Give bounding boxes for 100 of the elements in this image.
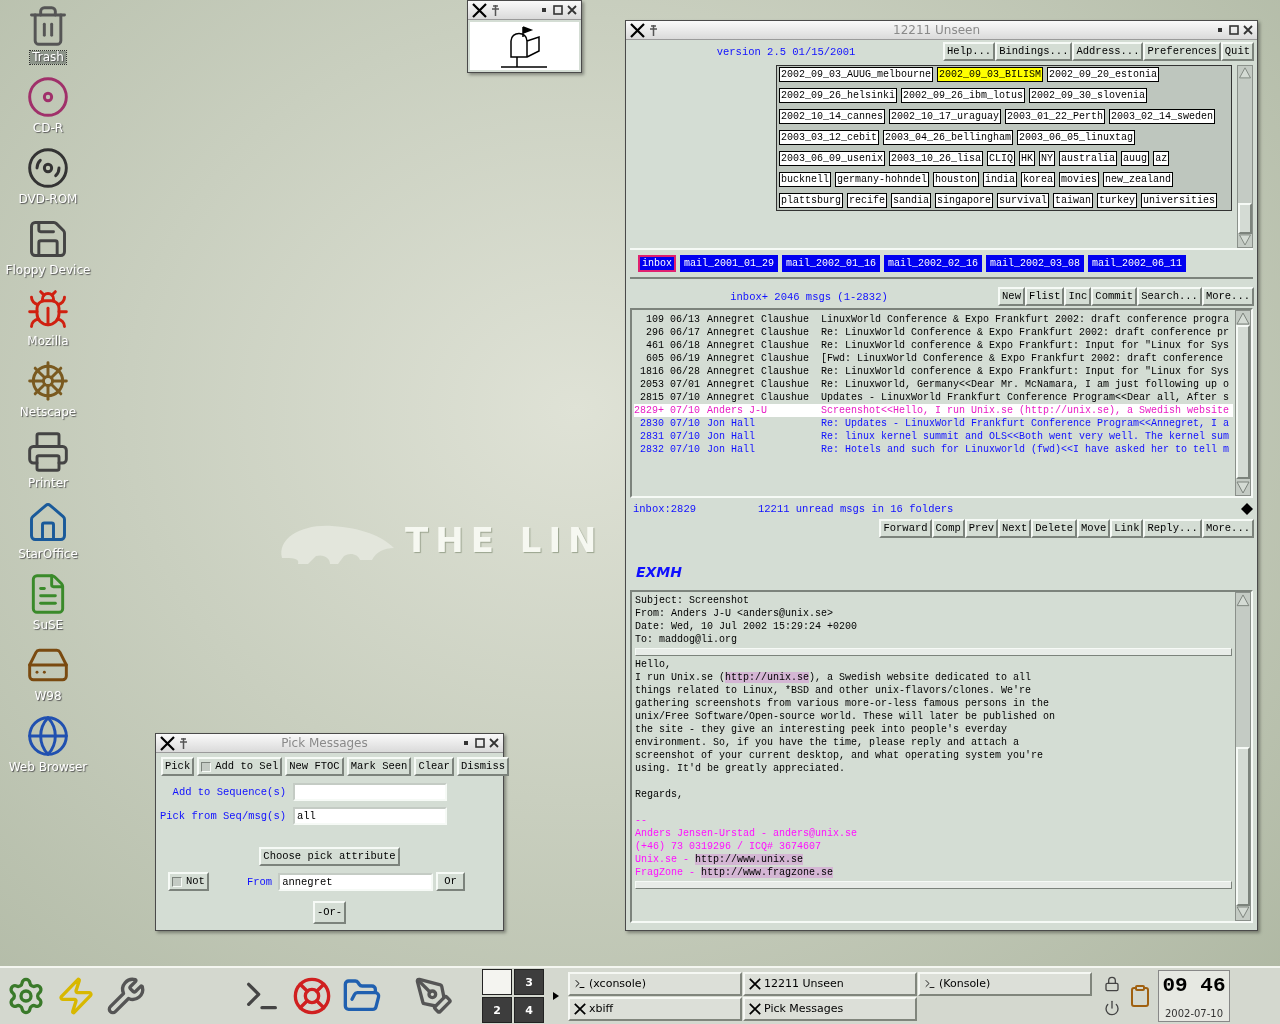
wrench-icon[interactable]: [106, 976, 146, 1016]
folder-button[interactable]: 2002_09_30_slovenia: [1029, 88, 1148, 103]
triangle-right-icon[interactable]: [552, 991, 560, 1001]
toolbar-button[interactable]: Commit: [1091, 287, 1138, 306]
message-row[interactable]: 2829+ 07/10 Anders J-U Screenshot<<Hello, I run Unix.se (http://unix.se), a Swedish website: [634, 404, 1233, 417]
folder-button[interactable]: recife: [847, 193, 888, 208]
maximize-icon[interactable]: [475, 738, 485, 748]
message-row[interactable]: 2053 07/01 Annegret Claushue Re: Linuxworld, Germany<<Dear Mr. McNamara, I am just following up o: [634, 378, 1233, 391]
folder-button[interactable]: 2003_01_22_Perth: [1005, 109, 1106, 124]
message-row[interactable]: 1816 06/28 Annegret Claushue Re: LinuxWorld conference & Expo Frankfurt: Input for "Linux for Sys: [634, 365, 1233, 378]
message-row[interactable]: 2832 07/10 Jon Hall Re: Hotels and such for Linuxworld (fwd)<<I have asked her to tell m: [634, 443, 1233, 456]
title-bar[interactable]: [468, 1, 581, 20]
folder-button[interactable]: movies: [1059, 172, 1100, 187]
folder-button[interactable]: india: [983, 172, 1018, 187]
folder-button[interactable]: sandia: [891, 193, 932, 208]
x-logo-icon[interactable]: [472, 2, 487, 18]
task-button[interactable]: (xconsole): [568, 971, 742, 996]
toolbar-button[interactable]: Bindings...: [995, 42, 1073, 61]
toolbar-button[interactable]: Help...: [943, 42, 996, 61]
folder-button[interactable]: 2002_09_03_BILISM: [937, 67, 1044, 82]
gear-icon[interactable]: [6, 976, 46, 1016]
close-icon[interactable]: [567, 5, 577, 15]
toolbar-button[interactable]: Link: [1110, 519, 1144, 538]
toolbar-button[interactable]: More...: [1201, 287, 1254, 306]
task-button[interactable]: xbiff: [568, 996, 742, 1021]
toolbar-button[interactable]: Inc: [1064, 287, 1092, 306]
url-link[interactable]: http://unix.se: [725, 672, 810, 683]
toolbar-button[interactable]: Next: [998, 519, 1032, 538]
folder-button[interactable]: korea: [1021, 172, 1056, 187]
pin-icon[interactable]: [179, 737, 188, 749]
text-field[interactable]: [293, 783, 447, 801]
toolbar-button[interactable]: More...: [1201, 519, 1254, 538]
subfolder-tab[interactable]: inbox: [638, 255, 676, 272]
subfolder-tab[interactable]: mail_2002_06_11: [1088, 255, 1187, 272]
toolbar-button[interactable]: Flist: [1024, 287, 1065, 306]
toolbar-button[interactable]: Move: [1077, 519, 1111, 538]
x-logo-icon[interactable]: [160, 735, 175, 751]
folder-button[interactable]: turkey: [1097, 193, 1138, 208]
subfolder-tab[interactable]: mail_2002_03_08: [986, 255, 1085, 272]
x-logo-icon[interactable]: [630, 22, 645, 38]
toolbar-button[interactable]: Prev: [964, 519, 998, 538]
message-row[interactable]: 605 06/19 Annegret Claushue [Fwd: LinuxWorld Conference & Expo Frankfurt 2002: draft conference: [634, 352, 1233, 365]
folder-button[interactable]: 2002_09_20_estonia: [1047, 67, 1160, 82]
checkbox-button[interactable]: Add to Sel: [197, 757, 283, 776]
close-icon[interactable]: [489, 738, 499, 748]
close-icon[interactable]: [1243, 25, 1253, 35]
ship-wheel-icon[interactable]: [26, 359, 70, 403]
pen-icon[interactable]: [414, 976, 454, 1016]
url-link[interactable]: http://www.unix.se: [695, 854, 804, 865]
disc-icon[interactable]: [26, 146, 70, 190]
scrollbar[interactable]: [1237, 65, 1253, 248]
pick-button[interactable]: New FTOC: [285, 757, 344, 776]
desktop-pager-cell[interactable]: 2: [482, 997, 512, 1023]
task-button[interactable]: (Konsole): [918, 971, 1092, 996]
folder-button[interactable]: germany-hohndel: [835, 172, 930, 187]
minimize-icon[interactable]: [1215, 25, 1225, 35]
folder-button[interactable]: houston: [933, 172, 980, 187]
folder-button[interactable]: taiwan: [1053, 193, 1094, 208]
pick-button[interactable]: Clear: [414, 757, 454, 776]
folder-button[interactable]: singapore: [935, 193, 994, 208]
toolbar-button[interactable]: Reply...: [1143, 519, 1202, 538]
choose-attribute-button[interactable]: Choose pick attribute: [259, 847, 400, 866]
desktop-pager-cell[interactable]: 3: [514, 969, 544, 995]
clipboard-icon[interactable]: [1128, 984, 1152, 1008]
scrollbar[interactable]: [1235, 310, 1251, 496]
folder-button[interactable]: new_zealand: [1103, 172, 1174, 187]
folder-button[interactable]: 2002_10_17_uraguay: [889, 109, 1002, 124]
folder-button[interactable]: CLIQ: [987, 151, 1016, 166]
lifebuoy-icon[interactable]: [292, 976, 332, 1016]
folder-button[interactable]: 2003_06_05_linuxtag: [1017, 130, 1136, 145]
or-group-button[interactable]: -Or-: [312, 901, 347, 924]
text-field[interactable]: all: [293, 807, 447, 825]
folder-button[interactable]: survival: [997, 193, 1050, 208]
message-row[interactable]: 2830 07/10 Jon Hall Re: Updates - LinuxWorld Frankfurt Conference Program<<Annegret, I a: [634, 417, 1233, 430]
folder-button[interactable]: 2002_09_26_ibm_lotus: [901, 88, 1026, 103]
toolbar-button[interactable]: Comp: [931, 519, 965, 538]
message-row[interactable]: 296 06/17 Annegret Claushue Re: LinuxWorld Conference & Expo Frankfurt 2002: draft conference pr: [634, 326, 1233, 339]
desktop-pager-cell[interactable]: [482, 969, 512, 995]
folder-button[interactable]: HK: [1019, 151, 1036, 166]
folder-button[interactable]: 2003_04_26_bellingham: [883, 130, 1014, 145]
folder-button[interactable]: plattsburg: [779, 193, 843, 208]
power-icon[interactable]: [1104, 1000, 1120, 1016]
desktop-pager-cell[interactable]: 4: [514, 997, 544, 1023]
task-button[interactable]: Pick Messages: [743, 996, 917, 1021]
task-button[interactable]: 12211 Unseen: [743, 971, 917, 996]
folder-button[interactable]: universities: [1141, 193, 1218, 208]
scrollbar[interactable]: [1235, 592, 1251, 921]
not-toggle[interactable]: Not: [168, 872, 209, 891]
lock-icon[interactable]: [1104, 976, 1120, 992]
folder-button[interactable]: 2003_06_09_usenix: [779, 151, 886, 166]
printer-icon[interactable]: [26, 430, 70, 474]
toolbar-button[interactable]: Preferences: [1143, 42, 1221, 61]
pin-icon[interactable]: [491, 4, 500, 16]
message-row[interactable]: 109 06/13 Annegret Claushue LinuxWorld Conference & Expo Frankfurt 2002: draft conference progra: [634, 313, 1233, 326]
pick-button[interactable]: Pick: [161, 757, 195, 776]
message-row[interactable]: 2815 07/10 Annegret Claushue Updates - LinuxWorld Frankfurt Conference Program<<Dear all, After s: [634, 391, 1233, 404]
folder-button[interactable]: 2003_03_12_cebit: [779, 130, 879, 145]
toolbar-button[interactable]: New: [998, 287, 1025, 306]
folder-button[interactable]: 2002_09_03_AUUG_melbourne: [779, 67, 934, 82]
folder-button[interactable]: az: [1153, 151, 1170, 166]
